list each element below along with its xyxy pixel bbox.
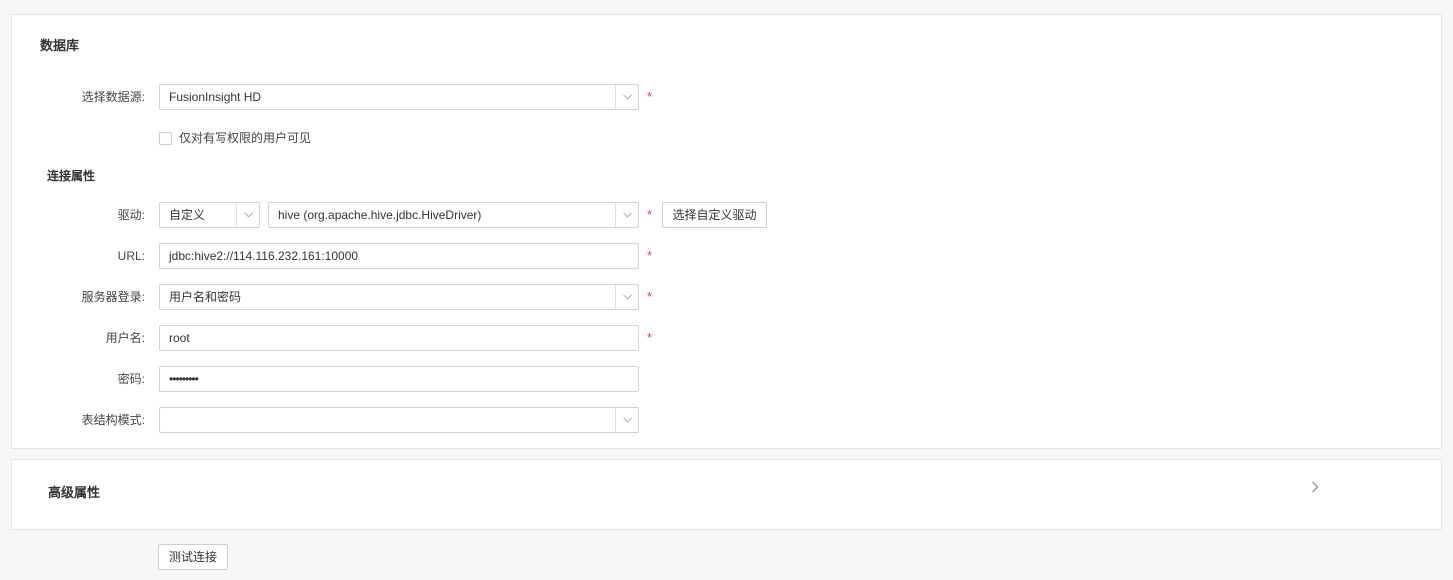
schema-select[interactable]: [159, 407, 639, 433]
write-only-checkbox-label: 仅对有写权限的用户可见: [179, 131, 312, 145]
datasource-label: 选择数据源:: [81, 90, 145, 104]
section-title-database: 数据库: [40, 38, 80, 53]
test-connection-button[interactable]: 测试连接: [158, 544, 228, 570]
username-value: root: [169, 331, 190, 345]
write-only-checkbox[interactable]: [159, 132, 172, 145]
chevron-down-icon: [615, 203, 638, 227]
section-title-advanced: 高级属性: [48, 485, 101, 500]
url-label: URL:: [117, 249, 145, 263]
server-login-select[interactable]: 用户名和密码: [159, 284, 639, 310]
required-marker: *: [647, 289, 653, 304]
required-marker: *: [647, 207, 653, 222]
required-marker: *: [647, 330, 653, 345]
server-login-label: 服务器登录:: [81, 290, 145, 304]
choose-custom-driver-button[interactable]: 选择自定义驱动: [662, 202, 767, 228]
chevron-down-icon: [615, 285, 638, 309]
schema-label: 表结构模式:: [81, 413, 145, 427]
username-input[interactable]: root: [159, 325, 639, 351]
password-label: 密码:: [117, 372, 145, 386]
required-marker: *: [647, 248, 653, 263]
chevron-down-icon: [615, 408, 638, 432]
section-title-connection: 连接属性: [47, 169, 96, 183]
advanced-panel[interactable]: 高级属性: [11, 459, 1442, 530]
database-panel: 数据库 选择数据源: FusionInsight HD * 仅对有写权限的用户可…: [11, 14, 1442, 449]
password-input[interactable]: •••••••••: [159, 366, 639, 392]
chevron-down-icon: [615, 85, 638, 109]
username-label: 用户名:: [105, 331, 145, 345]
datasource-select[interactable]: FusionInsight HD: [159, 84, 639, 110]
driver-label: 驱动:: [117, 208, 145, 222]
chevron-right-icon[interactable]: [1311, 481, 1319, 493]
required-marker: *: [647, 89, 653, 104]
url-value: jdbc:hive2://114.116.232.161:10000: [169, 249, 359, 263]
url-input[interactable]: jdbc:hive2://114.116.232.161:10000: [159, 243, 639, 269]
password-value: •••••••••: [169, 372, 199, 386]
driver-type-select[interactable]: 自定义: [159, 202, 260, 228]
server-login-value: 用户名和密码: [169, 290, 242, 304]
datasource-value: FusionInsight HD: [169, 90, 262, 104]
driver-select[interactable]: hive (org.apache.hive.jdbc.HiveDriver): [268, 202, 639, 228]
driver-value: hive (org.apache.hive.jdbc.HiveDriver): [278, 208, 482, 222]
chevron-down-icon: [236, 203, 259, 227]
driver-type-value: 自定义: [169, 208, 206, 222]
